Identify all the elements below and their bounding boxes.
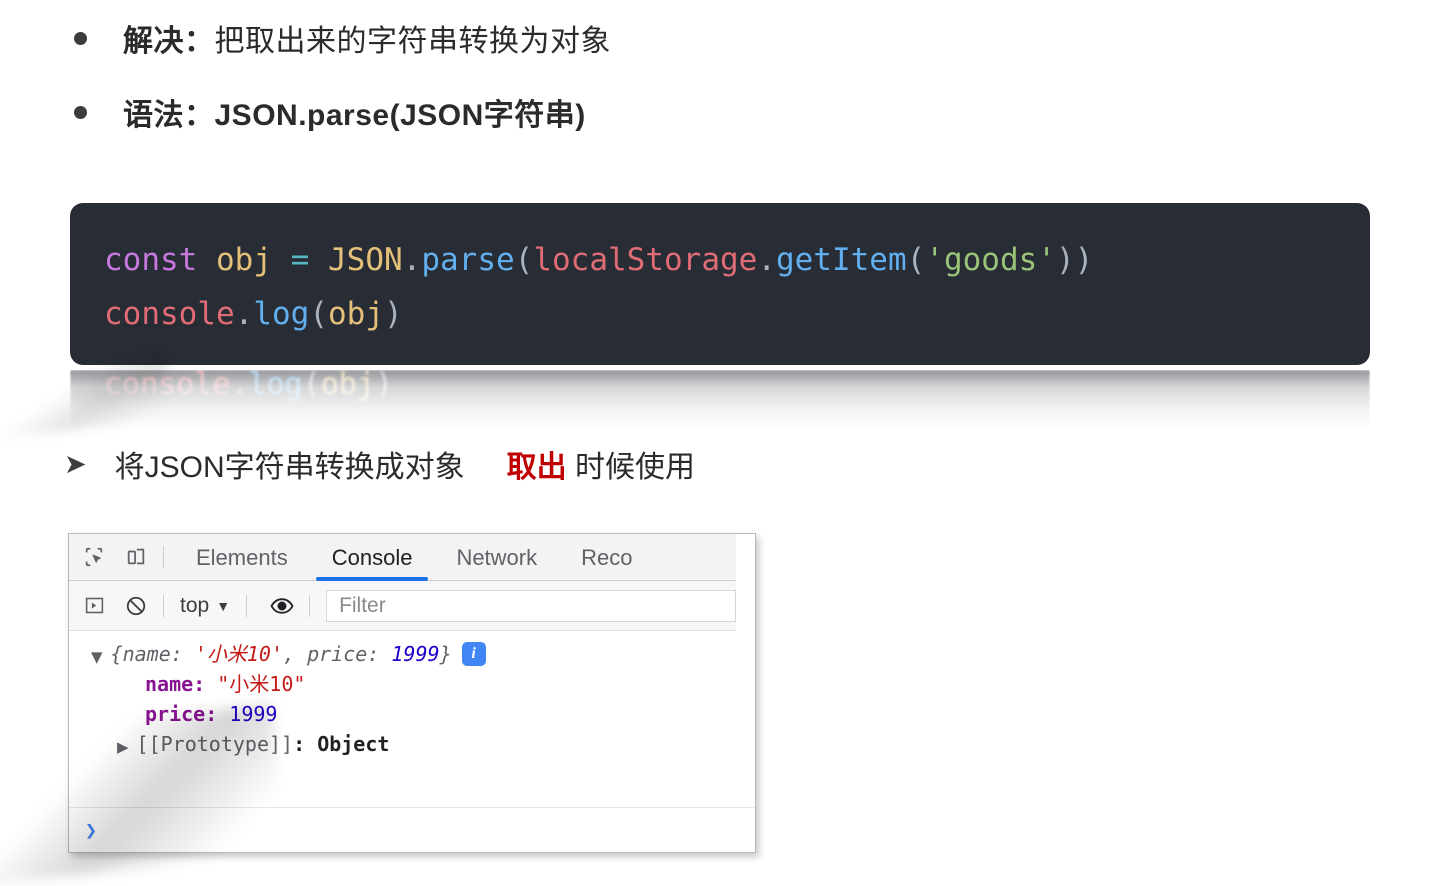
console-context-selector[interactable]: top ▼ (174, 594, 236, 618)
code-block: const obj = JSON.parse(localStorage.getI… (70, 203, 1370, 365)
console-token: name: (145, 672, 218, 696)
chevron-down-icon: ▼ (216, 597, 231, 614)
console-row-content: [[Prototype]]: Object (137, 729, 390, 759)
code-token: getItem (775, 242, 907, 278)
console-row: name: "小米10" (69, 669, 755, 699)
code-line: console.log(obj) (104, 370, 1336, 402)
console-token: 1999 (229, 702, 278, 726)
console-token: , price: (283, 642, 392, 666)
code-token: . (757, 242, 776, 278)
code-token: const (104, 242, 198, 278)
execute-sidebar-icon[interactable] (77, 589, 111, 623)
code-token: obj (328, 296, 384, 332)
code-token: )) (1055, 242, 1094, 278)
bullet-item-solution: 解决：把取出来的字符串转换为对象 (74, 16, 611, 60)
code-token: = (290, 242, 310, 278)
console-output: ▼ {name: '小米10', price: 1999} i name: "小… (69, 631, 755, 759)
prompt-arrow-icon: ❯ (85, 818, 98, 842)
arrow-note-row: ➤ 将JSON字符串转换成对象 取出 时候使用 (64, 442, 695, 486)
code-token: obj (216, 242, 272, 278)
tab-elements[interactable]: Elements (174, 534, 310, 581)
toolbar-divider (163, 546, 164, 568)
info-badge-icon[interactable]: i (461, 642, 486, 666)
code-token: ( (309, 296, 328, 332)
console-row: price: 1999 (69, 699, 755, 729)
console-filter-input[interactable]: Filter (326, 589, 736, 622)
console-token: Object (317, 732, 390, 756)
devtools-console-filterbar: top ▼ Filter (69, 581, 736, 631)
code-token: ) (374, 370, 393, 402)
collapse-triangle-icon[interactable]: ▶ (117, 732, 129, 762)
inspect-element-icon[interactable] (77, 540, 111, 574)
arrow-text-after: 时候使用 (574, 451, 695, 484)
bullet-item-solution-text: 解决：把取出来的字符串转换为对象 (123, 16, 611, 60)
code-block-fading: console.log(obj) (70, 370, 1370, 432)
code-token: . (234, 296, 254, 332)
console-prompt[interactable]: ❯ (69, 808, 755, 852)
bullet-body: JSON.parse(JSON字符串) (214, 99, 586, 132)
arrow-text-before: 将JSON字符串转换成对象 (114, 451, 465, 484)
code-token: 'goods' (925, 242, 1056, 278)
code-line: console.log(obj) (104, 287, 1336, 341)
code-token: ( (906, 242, 926, 278)
code-token: console (104, 370, 231, 402)
bullet-body: 把取出来的字符串转换为对象 (214, 25, 611, 58)
expand-triangle-icon[interactable]: ▼ (91, 642, 103, 672)
console-row-content: {name: '小米10', price: 1999} (111, 639, 452, 669)
device-toolbar-icon[interactable] (119, 540, 153, 574)
bullet-label: 解决： (123, 25, 215, 58)
console-row-content: name: "小米10" (145, 669, 305, 699)
console-token: [[Prototype]] (136, 732, 294, 756)
code-token: . (402, 242, 422, 278)
code-token: ( (514, 242, 534, 278)
toolbar-divider (163, 594, 164, 617)
arrow-bullet-icon: ➤ (64, 448, 87, 480)
tab-recorder[interactable]: Reco (559, 534, 654, 581)
code-token: console (104, 296, 235, 332)
console-token: } (439, 642, 452, 666)
code-token: obj (320, 370, 375, 402)
code-token: JSON (328, 242, 403, 278)
code-token: localStorage (533, 242, 758, 278)
code-token: ( (302, 370, 321, 402)
toolbar-divider (246, 594, 248, 617)
arrow-note-text: 将JSON字符串转换成对象 取出 时候使用 (115, 442, 695, 486)
code-token: . (230, 370, 249, 402)
devtools-tabbar: Elements Console Network Reco (69, 534, 736, 581)
toolbar-divider (309, 594, 311, 617)
devtools-panel: Elements Console Network Reco top ▼ Filt… (68, 533, 756, 853)
code-token: log (253, 296, 310, 332)
console-token: price: (145, 702, 230, 726)
console-row-content: price: 1999 (145, 699, 277, 729)
clear-console-icon[interactable] (119, 589, 153, 623)
code-token: parse (421, 242, 515, 278)
tab-console[interactable]: Console (310, 534, 435, 581)
console-token: 1999 (391, 642, 440, 666)
console-token: {name: (110, 642, 195, 666)
console-row[interactable]: ▶ [[Prototype]]: Object (69, 729, 755, 759)
bullet-dot-icon (74, 31, 87, 45)
console-token: '小米10' (194, 642, 284, 666)
arrow-text-highlight: 取出 (506, 451, 567, 484)
console-row[interactable]: ▼ {name: '小米10', price: 1999} i (69, 639, 755, 669)
live-expression-eye-icon[interactable] (265, 589, 299, 623)
bullet-dot-icon (74, 105, 87, 119)
code-token: log (248, 370, 303, 402)
console-context-label: top (180, 593, 210, 617)
bullet-item-syntax-text: 语法：JSON.parse(JSON字符串) (123, 90, 586, 134)
bullet-label: 语法： (123, 99, 215, 132)
tab-network[interactable]: Network (434, 534, 559, 581)
slide-canvas: 解决：把取出来的字符串转换为对象 语法：JSON.parse(JSON字符串) … (0, 0, 1432, 886)
console-token: : (293, 732, 318, 756)
code-token: ) (384, 296, 403, 332)
bullet-item-syntax: 语法：JSON.parse(JSON字符串) (74, 90, 586, 134)
code-line: const obj = JSON.parse(localStorage.getI… (104, 233, 1336, 287)
console-token: "小米10" (217, 672, 306, 696)
